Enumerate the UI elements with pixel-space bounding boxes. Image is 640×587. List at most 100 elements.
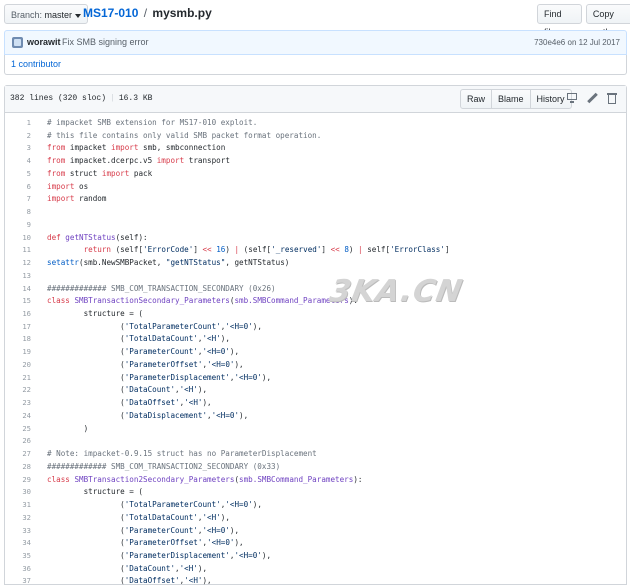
line-number[interactable]: 8 xyxy=(5,207,31,216)
line-code: ('DataCount','<H'), xyxy=(47,563,208,573)
code-line: 27 # Note: impacket-0.9.15 struct has no … xyxy=(5,447,626,460)
find-file-button[interactable]: Find file xyxy=(537,4,582,37)
line-code: ('TotalDataCount','<H'), xyxy=(47,334,230,344)
line-code: ('ParameterDisplacement','<H=0'), xyxy=(47,372,272,382)
line-number[interactable]: 26 xyxy=(5,436,31,445)
branch-select-button[interactable]: Branch: master xyxy=(4,4,89,24)
code-line: 28 ############# SMB_COM_TRANSACTION2_SEC… xyxy=(5,460,626,473)
code-line: 2 # this file contains only valid SMB pac… xyxy=(5,129,626,142)
commit-author[interactable]: worawit xyxy=(27,37,61,47)
contributors-bar: 1 contributor xyxy=(4,55,627,75)
line-code: from impacket import smb, smbconnection xyxy=(47,143,226,153)
line-code: ('TotalParameterCount','<H=0'), xyxy=(47,321,262,331)
code-line: 31 ('TotalParameterCount','<H=0'), xyxy=(5,498,626,511)
line-code: ('ParameterCount','<H=0'), xyxy=(47,525,240,535)
pencil-icon[interactable] xyxy=(586,92,598,104)
latest-commit-bar: worawit Fix SMB signing error 730e4e6 on… xyxy=(4,30,627,55)
line-number[interactable]: 1 xyxy=(5,118,31,127)
line-number[interactable]: 15 xyxy=(5,296,31,305)
file-view-actions: Raw Blame History xyxy=(460,89,572,109)
line-number[interactable]: 21 xyxy=(5,373,31,382)
right-gutter xyxy=(630,0,640,581)
line-number[interactable]: 19 xyxy=(5,347,31,356)
line-number[interactable]: 18 xyxy=(5,334,31,343)
line-number[interactable]: 36 xyxy=(5,564,31,573)
file-info-divider: | xyxy=(110,94,115,103)
code-line: 4 from impacket.dcerpc.v5 import transpor… xyxy=(5,154,626,167)
line-number[interactable]: 25 xyxy=(5,424,31,433)
line-number[interactable]: 34 xyxy=(5,538,31,547)
line-code: import os xyxy=(47,181,89,191)
code-line: 12 setattr(smb.NewSMBPacket, "getNTStatus… xyxy=(5,256,626,269)
line-code: ('TotalParameterCount','<H=0'), xyxy=(47,500,262,510)
raw-button[interactable]: Raw xyxy=(460,89,493,109)
line-number[interactable]: 14 xyxy=(5,284,31,293)
line-number[interactable]: 10 xyxy=(5,233,31,242)
file-viewer: 382 lines (320 sloc) | 16.3 KB Raw Blame H… xyxy=(4,85,627,585)
branch-name: master xyxy=(44,10,73,20)
file-size: 16.3 KB xyxy=(118,94,153,103)
line-number[interactable]: 7 xyxy=(5,194,31,203)
line-code: ('ParameterDisplacement','<H=0'), xyxy=(47,550,272,560)
line-number[interactable]: 13 xyxy=(5,271,31,280)
code-line: 23 ('DataOffset','<H'), xyxy=(5,396,626,409)
line-number[interactable]: 22 xyxy=(5,385,31,394)
line-code: ('ParameterOffset','<H=0'), xyxy=(47,538,244,548)
line-number[interactable]: 31 xyxy=(5,500,31,509)
line-number[interactable]: 6 xyxy=(5,182,31,191)
code-line: 36 ('DataCount','<H'), xyxy=(5,562,626,575)
line-code: ('DataDisplacement','<H=0'), xyxy=(47,410,249,420)
avatar[interactable] xyxy=(12,37,23,48)
line-number[interactable]: 23 xyxy=(5,398,31,407)
desktop-icon[interactable] xyxy=(566,92,578,104)
line-number[interactable]: 35 xyxy=(5,551,31,560)
contributors-link[interactable]: 1 contributor xyxy=(11,59,61,69)
line-number[interactable]: 4 xyxy=(5,156,31,165)
code-line: 17 ('TotalParameterCount','<H=0'), xyxy=(5,320,626,333)
code-line: 14 ############# SMB_COM_TRANSACTION_SECO… xyxy=(5,282,626,295)
line-number[interactable]: 28 xyxy=(5,462,31,471)
line-number[interactable]: 24 xyxy=(5,411,31,420)
breadcrumb-repo-link[interactable]: MS17-010 xyxy=(83,6,138,20)
line-number[interactable]: 5 xyxy=(5,169,31,178)
line-code: structure = ( xyxy=(47,309,144,319)
line-number[interactable]: 16 xyxy=(5,309,31,318)
code-line: 3 from impacket import smb, smbconnection xyxy=(5,141,626,154)
file-navigation-bar: Branch: master MS17-010 / mysmb.py Find … xyxy=(0,0,640,37)
line-code: structure = ( xyxy=(47,487,144,497)
line-number[interactable]: 3 xyxy=(5,143,31,152)
line-code: ) xyxy=(47,423,89,433)
commit-message[interactable]: Fix SMB signing error xyxy=(62,37,149,47)
code-line: 29 class SMBTransaction2Secondary_Paramet… xyxy=(5,473,626,486)
line-number[interactable]: 9 xyxy=(5,220,31,229)
code-line: 30 structure = ( xyxy=(5,485,626,498)
line-code: class SMBTransactionSecondary_Parameters… xyxy=(47,296,358,306)
line-code: ('DataCount','<H'), xyxy=(47,385,208,395)
code-line: 22 ('DataCount','<H'), xyxy=(5,383,626,396)
commit-sha[interactable]: 730e4e6 xyxy=(534,38,565,47)
line-code: ('ParameterCount','<H=0'), xyxy=(47,347,240,357)
trash-icon[interactable] xyxy=(606,92,618,104)
commit-date: on 12 Jul 2017 xyxy=(567,38,621,47)
code-line: 6 import os xyxy=(5,180,626,193)
blame-button[interactable]: Blame xyxy=(492,89,531,109)
line-number[interactable]: 17 xyxy=(5,322,31,331)
caret-down-icon xyxy=(75,13,82,18)
line-number[interactable]: 30 xyxy=(5,487,31,496)
code-line: 20 ('ParameterOffset','<H=0'), xyxy=(5,358,626,371)
breadcrumb: MS17-010 / mysmb.py xyxy=(83,6,212,20)
line-code: setattr(smb.NewSMBPacket, "getNTStatus",… xyxy=(47,258,290,268)
line-number[interactable]: 11 xyxy=(5,245,31,254)
code-line: 11 return (self['ErrorCode'] << 16) | (s… xyxy=(5,243,626,256)
watermark: 3KA.CN xyxy=(326,274,466,309)
line-number[interactable]: 32 xyxy=(5,513,31,522)
line-number[interactable]: 20 xyxy=(5,360,31,369)
code-line: 34 ('ParameterOffset','<H=0'), xyxy=(5,536,626,549)
line-code: # Note: impacket-0.9.15 struct has no Pa… xyxy=(47,449,317,459)
line-code: def getNTStatus(self): xyxy=(47,232,148,242)
line-number[interactable]: 12 xyxy=(5,258,31,267)
line-number[interactable]: 33 xyxy=(5,526,31,535)
line-number[interactable]: 29 xyxy=(5,475,31,484)
line-number[interactable]: 27 xyxy=(5,449,31,458)
line-number[interactable]: 2 xyxy=(5,131,31,140)
